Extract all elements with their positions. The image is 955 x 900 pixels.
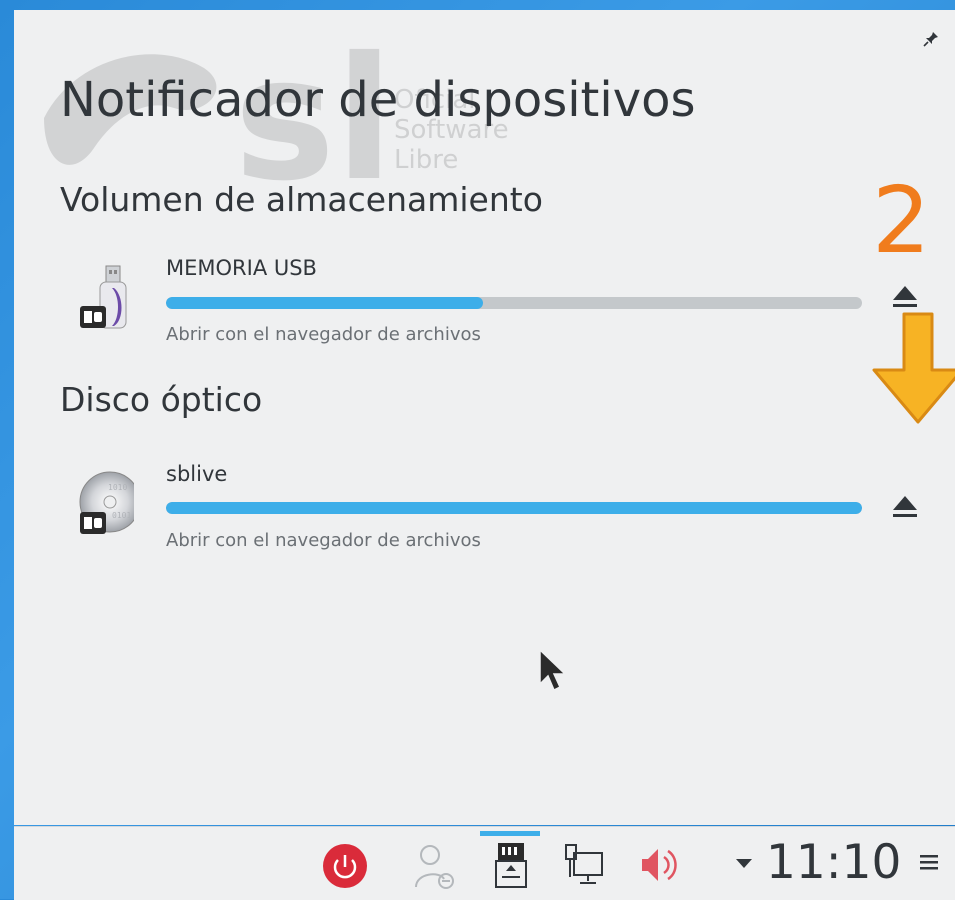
volume-icon[interactable] — [636, 837, 682, 891]
network-icon[interactable] — [562, 837, 608, 891]
svg-text:0101: 0101 — [112, 511, 131, 520]
watermark-line3: Libre — [394, 145, 458, 175]
user-switch-icon[interactable] — [410, 837, 456, 891]
hamburger-icon[interactable] — [918, 847, 940, 877]
pin-icon[interactable] — [922, 30, 940, 48]
usb-drive-icon — [80, 265, 127, 329]
usb-usage-fill — [166, 297, 483, 309]
annotation-number: 2 — [872, 167, 931, 274]
clock[interactable]: 11:10 — [766, 835, 901, 890]
eject-usb-button[interactable] — [888, 280, 922, 314]
mouse-cursor-icon — [539, 648, 567, 692]
popup-title: Notificador de dispositivos — [60, 72, 696, 128]
section-heading-optical: Disco óptico — [60, 380, 263, 419]
svg-text:1010: 1010 — [108, 483, 127, 492]
optical-disc-icon: 1010 0101 — [79, 471, 134, 534]
sblive-usage-fill — [166, 502, 862, 514]
open-file-browser-sblive[interactable]: Abrir con el navegador de archivos — [166, 530, 481, 551]
eject-sblive-button[interactable] — [888, 490, 922, 524]
usb-usage-bar — [166, 297, 862, 309]
annotation-arrow-icon — [872, 312, 955, 424]
power-icon[interactable] — [322, 837, 368, 891]
active-indicator — [480, 831, 540, 836]
system-tray-panel: 11:10 — [14, 826, 955, 900]
section-heading-storage: Volumen de almacenamiento — [60, 180, 543, 219]
chevron-down-icon[interactable] — [732, 851, 756, 875]
device-notifier-popup: sl Oficial Software Libre Notificador de… — [14, 10, 955, 825]
device-notifier-icon[interactable] — [488, 837, 534, 891]
device-name-usb[interactable]: MEMORIA USB — [166, 256, 317, 280]
device-name-sblive[interactable]: sblive — [166, 462, 227, 486]
sblive-usage-bar — [166, 502, 862, 514]
open-file-browser-usb[interactable]: Abrir con el navegador de archivos — [166, 324, 481, 345]
